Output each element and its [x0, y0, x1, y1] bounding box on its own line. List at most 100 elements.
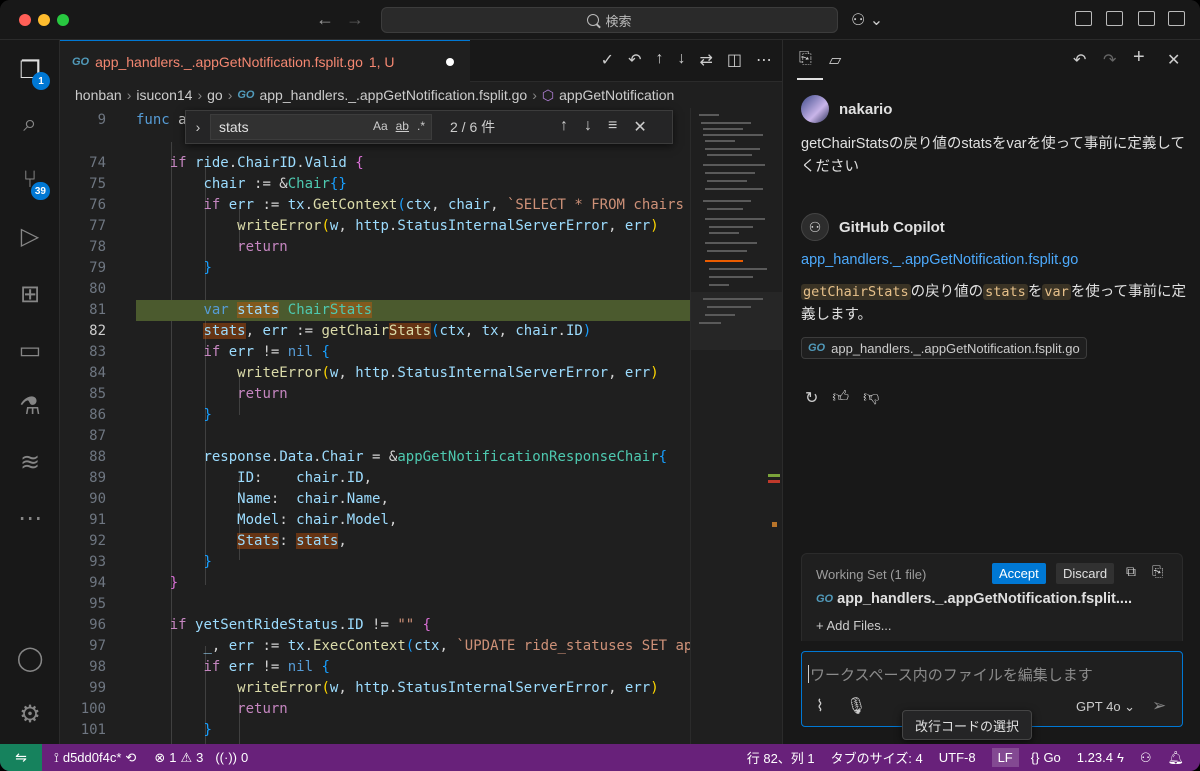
find-query: stats: [219, 119, 249, 135]
go-file-icon: GO: [72, 55, 90, 68]
customize-layout-icon[interactable]: [1168, 11, 1185, 26]
compare-icon[interactable]: ⇄: [699, 50, 712, 70]
code-editor[interactable]: 9 func a 74 if ride.ChairID.Valid { 75 ch…: [60, 108, 782, 744]
redo-edit-icon[interactable]: ↷: [1103, 50, 1116, 70]
cursor-position[interactable]: 行 82、列 1: [747, 748, 815, 767]
zoom-window-button[interactable]: [57, 14, 69, 26]
response-actions: ↻ 👍︎ 👎︎: [805, 388, 879, 408]
search-icon: [587, 14, 600, 26]
breadcrumb-item[interactable]: go: [207, 87, 223, 103]
copilot-status-icon[interactable]: ⚇: [1140, 750, 1152, 766]
forward-arrow-icon[interactable]: →: [346, 9, 364, 30]
search-label: 検索: [605, 13, 632, 29]
view-all-edits-icon[interactable]: ⧉: [1126, 563, 1136, 580]
user-avatar: [801, 95, 829, 123]
breadcrumb-item[interactable]: isucon14: [136, 87, 192, 103]
attach-paperclip-icon[interactable]: ⌇: [816, 696, 824, 716]
match-case-toggle[interactable]: Aa: [373, 119, 388, 133]
toggle-replace-chevron-icon[interactable]: ›: [186, 119, 210, 135]
language-mode[interactable]: {} Go: [1031, 750, 1061, 765]
undo-edit-icon[interactable]: ↶: [1073, 50, 1086, 70]
user-message: getChairStatsの戻り値のstatsをvarを使って事前に定義してくだ…: [801, 136, 1185, 175]
testing-icon[interactable]: ⚗: [14, 390, 46, 422]
encoding[interactable]: UTF-8: [939, 750, 976, 765]
toggle-sidebar-icon[interactable]: [1075, 11, 1092, 26]
go-version[interactable]: 1.23.4 ϟ: [1077, 750, 1124, 765]
toggle-secondary-sidebar-icon[interactable]: [1138, 11, 1155, 26]
unsaved-dot-icon[interactable]: [446, 58, 454, 66]
copilot-chat-panel: ⎘ ▱ ↶ ↷ + ✕ nakario getChairStatsの戻り値のst…: [782, 40, 1200, 744]
source-control-icon[interactable]: ⑂ 39: [14, 164, 50, 200]
remote-indicator-icon[interactable]: ⇋: [0, 744, 42, 771]
thumbs-down-icon[interactable]: 👎︎: [863, 388, 879, 408]
working-set: Working Set (1 file) Accept Discard ⧉ ⎘ …: [801, 553, 1183, 641]
branch-indicator[interactable]: ⟟ d5dd0f4c* ⟲: [54, 750, 136, 766]
run-debug-icon[interactable]: ▷: [14, 220, 46, 252]
accept-check-icon[interactable]: ✓: [601, 50, 614, 70]
back-arrow-icon[interactable]: ←: [316, 9, 334, 30]
toggle-panel-icon[interactable]: [1106, 11, 1123, 26]
remote-explorer-icon[interactable]: ▭: [14, 334, 46, 366]
microphone-icon[interactable]: 🎙︎: [846, 696, 866, 716]
inline-code: stats: [983, 284, 1028, 300]
next-match-icon[interactable]: ↓: [584, 117, 592, 137]
find-input[interactable]: stats Aa ab .*: [210, 114, 432, 140]
send-icon[interactable]: ➢: [1152, 696, 1166, 716]
sync-icon: ⟲: [125, 749, 137, 765]
thumbs-up-icon[interactable]: 👍︎: [832, 388, 849, 408]
tooltip: 改行コードの選択: [902, 710, 1033, 740]
model-picker[interactable]: GPT 4o ⌄: [1076, 699, 1135, 715]
ports-indicator[interactable]: ((·)) 0: [215, 750, 248, 765]
eol-selector[interactable]: LF: [991, 748, 1019, 767]
retry-icon[interactable]: ↻: [805, 388, 818, 408]
breadcrumb-item[interactable]: honban: [75, 87, 122, 103]
close-panel-icon[interactable]: ✕: [1167, 50, 1180, 70]
problems-indicator[interactable]: ⊗ 1 ⚠ 3: [154, 750, 203, 766]
next-change-icon[interactable]: ↓: [677, 50, 685, 70]
previous-match-icon[interactable]: ↑: [560, 117, 568, 137]
breadcrumb-item[interactable]: appGetNotification: [559, 87, 674, 103]
match-whole-word-toggle[interactable]: ab: [396, 119, 409, 133]
copilot-avatar-icon: ⚇: [801, 213, 829, 241]
find-in-selection-icon[interactable]: ≡: [608, 117, 617, 137]
new-edit-session-icon[interactable]: +: [1133, 46, 1145, 69]
close-find-icon[interactable]: ✕: [633, 117, 646, 137]
activity-bar: ❐ 1 ⌕ ⑂ 39 ▷ ⊞ ▭ ⚗ ≋ ⋯ ◯ ⚙: [0, 40, 60, 744]
tab-status: 1, U: [368, 53, 395, 70]
working-set-file[interactable]: GO app_handlers._.appGetNotification.fspl…: [816, 591, 1132, 607]
editor-tab-bar: GO app_handlers._.appGetNotification.fsp…: [60, 40, 782, 82]
file-reference-chip[interactable]: GO app_handlers._.appGetNotification.fsp…: [801, 337, 1087, 359]
split-editor-icon[interactable]: ◫: [727, 50, 742, 70]
editor-tab[interactable]: GO app_handlers._.appGetNotification.fsp…: [60, 40, 470, 82]
search-view-icon[interactable]: ⌕: [14, 108, 46, 140]
accept-button[interactable]: Accept: [992, 563, 1046, 584]
notifications-bell-icon[interactable]: 🔔︎: [1167, 750, 1184, 766]
copilot-edits-tab-icon[interactable]: ⎘: [799, 50, 812, 68]
lightning-icon: ϟ: [1116, 750, 1124, 765]
docker-icon[interactable]: ≋: [14, 446, 46, 478]
previous-change-icon[interactable]: ↑: [655, 50, 663, 70]
minimap[interactable]: [690, 108, 783, 744]
error-count: 1: [169, 750, 177, 765]
file-link[interactable]: app_handlers._.appGetNotification.fsplit…: [801, 252, 1078, 268]
settings-gear-icon[interactable]: ⚙: [14, 698, 46, 730]
inline-code: var: [1042, 284, 1071, 300]
copilot-menu-icon[interactable]: ⚇ ⌄: [851, 10, 883, 30]
more-icon[interactable]: ⋯: [14, 502, 46, 534]
chat-tab-icon[interactable]: ▱: [829, 50, 841, 70]
account-icon[interactable]: ◯: [14, 642, 46, 674]
more-actions-icon[interactable]: ⋯: [756, 50, 772, 70]
explorer-icon[interactable]: ❐ 1: [14, 54, 50, 90]
undo-icon[interactable]: ↶: [628, 50, 641, 70]
discard-button[interactable]: Discard: [1056, 563, 1115, 584]
command-center-search[interactable]: 検索: [381, 7, 838, 33]
breadcrumb-item[interactable]: app_handlers._.appGetNotification.fsplit…: [259, 87, 527, 103]
extensions-icon[interactable]: ⊞: [14, 278, 46, 310]
tab-size[interactable]: タブのサイズ: 4: [831, 748, 923, 767]
go-file-icon: GO: [237, 89, 255, 101]
close-window-button[interactable]: [19, 14, 31, 26]
regex-toggle[interactable]: .*: [417, 119, 425, 133]
add-files-button[interactable]: + Add Files...: [816, 618, 892, 633]
save-all-icon[interactable]: ⎘: [1152, 563, 1163, 580]
minimize-window-button[interactable]: [38, 14, 50, 26]
